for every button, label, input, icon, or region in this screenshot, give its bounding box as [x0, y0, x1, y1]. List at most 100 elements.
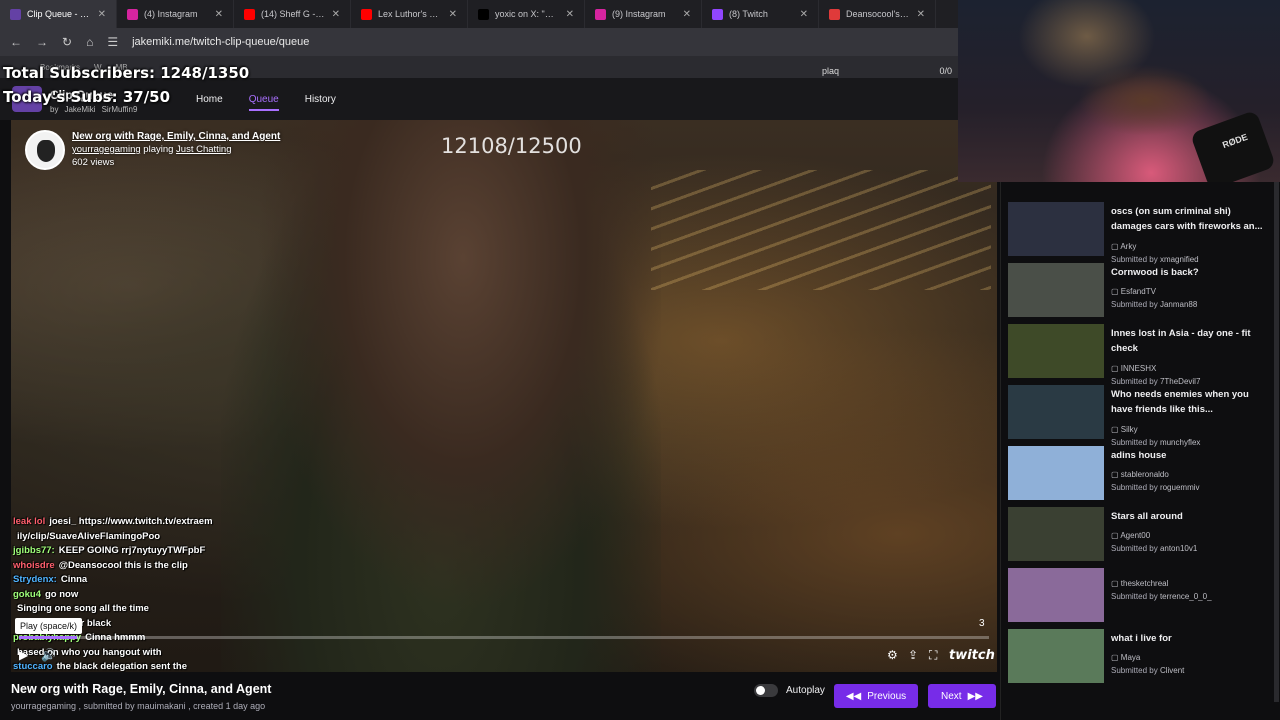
queue-item[interactable]: oscs (on sum criminal shi) damages cars … [1008, 202, 1276, 264]
tab-favicon-icon [478, 8, 489, 20]
nav-home[interactable]: Home [196, 94, 223, 111]
forward-icon[interactable]: → [36, 35, 48, 49]
browser-tab[interactable]: (4) Instagram ✕ [117, 0, 234, 28]
site-info-icon[interactable]: ☰ [107, 35, 118, 49]
microphone [1189, 109, 1277, 191]
close-icon[interactable]: ✕ [215, 9, 223, 20]
twitch-logo[interactable]: twitch [949, 648, 995, 663]
home-icon[interactable]: ⌂ [86, 35, 93, 49]
queue-thumbnail[interactable] [1008, 568, 1104, 622]
nav-queue[interactable]: Queue [248, 94, 279, 111]
submitter-name: terrence_0_0_ [1159, 592, 1212, 601]
chat-text: KEEP GOING rrj7nytuyyTWFpbF [58, 545, 206, 556]
close-icon[interactable]: ✕ [98, 9, 106, 20]
play-icon[interactable]: ▶ [19, 648, 28, 662]
progress-bar[interactable] [19, 636, 989, 639]
queue-thumbnail[interactable] [1008, 446, 1104, 500]
clip-meta: yourragegaming playing Just Chatting [72, 144, 232, 155]
tab-title: yoxic on X: "Plaque [495, 9, 560, 19]
submitter-name: anton10v1 [1159, 544, 1198, 553]
toggle-switch[interactable] [754, 684, 778, 697]
browser-tab[interactable]: yoxic on X: "Plaque ✕ [468, 0, 585, 28]
close-icon[interactable]: ✕ [683, 9, 691, 20]
queue-item[interactable]: what i live for ▢ Maya Submitted by Cliven… [1008, 629, 1276, 685]
browser-tab[interactable]: (9) Instagram ✕ [585, 0, 702, 28]
fullscreen-icon[interactable]: ⛶ [929, 648, 937, 663]
queue-thumbnail[interactable] [1008, 629, 1104, 683]
close-icon[interactable]: ✕ [332, 9, 340, 20]
browser-tab-bar: Clip Queue - Open✕(4) Instagram✕(14) She… [0, 0, 960, 28]
queue-item[interactable]: Innes lost in Asia - day one - fit check… [1008, 324, 1276, 386]
queue-channel-name: stableronaldo [1120, 470, 1169, 479]
chat-text: joesi_ https://www.twitch.tv/extraem [49, 516, 213, 527]
nav-history[interactable]: History [305, 94, 336, 111]
chat-username: goku4 [13, 588, 41, 600]
find-count: 0/0 [939, 66, 952, 76]
play-tooltip: Play (space/k) [15, 618, 83, 634]
video-frame [221, 120, 661, 672]
chat-text: ily/clip/SuaveAliveFlamingoPoo [17, 530, 161, 542]
browser-tab[interactable]: (14) Sheff G - UNLI ✕ [234, 0, 351, 28]
channel-link[interactable]: yourragegaming [72, 144, 141, 155]
queue-thumbnail[interactable] [1008, 385, 1104, 439]
queue-thumbnail[interactable] [1008, 263, 1104, 317]
volume-icon[interactable]: 🔊 [41, 648, 56, 662]
app-nav: Home Queue History [196, 94, 336, 111]
queue-channel-name: INNESHX [1120, 364, 1157, 373]
queue-item[interactable]: Cornwood is back? ▢ EsfandTV Submitted by … [1008, 263, 1276, 319]
close-icon[interactable]: ✕ [800, 9, 808, 20]
chat-message: Strydenx: Cinna [13, 573, 283, 588]
browser-tab[interactable]: Clip Queue - Open ✕ [0, 0, 117, 28]
submitted-by-label: Submitted by [1111, 666, 1158, 675]
by-label: by [50, 105, 59, 114]
reload-icon[interactable]: ↻ [62, 35, 72, 49]
queue-channel-name: Maya [1120, 653, 1141, 662]
clip-title-link[interactable]: New org with Rage, Emily, Cinna, and Age… [72, 131, 280, 142]
submitter-name: Janman88 [1159, 300, 1198, 309]
submitter-name: roguemmiv [1159, 483, 1200, 492]
find-input[interactable]: plaq [822, 66, 839, 76]
queue-channel-name: EsfandTV [1120, 287, 1156, 296]
queue-thumbnail[interactable] [1008, 324, 1104, 378]
close-icon[interactable]: ✕ [917, 9, 925, 20]
url-field[interactable]: jakemiki.me/twitch-clip-queue/queue [132, 36, 309, 48]
queue-item[interactable]: adins house ▢ stableronaldo Submitted by r… [1008, 446, 1276, 502]
channel-avatar[interactable] [25, 130, 65, 170]
close-icon[interactable]: ✕ [566, 9, 574, 20]
next-label: Next [941, 690, 962, 702]
channel-icon: ▢ [1111, 287, 1121, 296]
queue-thumbnail[interactable] [1008, 507, 1104, 561]
author-link[interactable]: SirMuffin9 [102, 105, 138, 114]
queue-channel: ▢ Arky [1111, 242, 1136, 251]
queue-scrollbar[interactable] [1274, 182, 1279, 702]
queue-title: what i live for [1111, 633, 1172, 644]
game-link[interactable]: Just Chatting [176, 144, 231, 155]
queue-title: Who needs enemies when you have friends … [1111, 389, 1249, 415]
previous-button[interactable]: ◀◀ Previous [834, 684, 918, 708]
queue-item[interactable]: ▢ thesketchreal Submitted by terrence_0_0… [1008, 568, 1276, 624]
queue-channel-name: thesketchreal [1120, 579, 1169, 588]
chat-message: ily/clip/SuaveAliveFlamingoPoo [13, 530, 283, 545]
queue-item[interactable]: Stars all around ▢ Agent00 Submitted by an… [1008, 507, 1276, 563]
queue-item[interactable]: Who needs enemies when you have friends … [1008, 385, 1276, 447]
channel-icon: ▢ [1111, 242, 1121, 251]
chat-message: whoisdre @Deansocool this is the clip [13, 559, 283, 574]
queue-thumbnail[interactable] [1008, 202, 1104, 256]
queue-channel: ▢ INNESHX [1111, 364, 1156, 373]
autoplay-toggle[interactable]: Autoplay [754, 684, 825, 697]
video-player[interactable]: New org with Rage, Emily, Cinna, and Age… [11, 120, 997, 672]
browser-tab[interactable]: (8) Twitch ✕ [702, 0, 819, 28]
share-icon[interactable]: ⇪ [908, 648, 918, 662]
today-subs-overlay: Today's Subs: 37/50 [3, 88, 171, 106]
channel-icon: ▢ [1111, 470, 1121, 479]
settings-icon[interactable]: ⚙ [887, 648, 898, 662]
tab-title: (8) Twitch [729, 9, 768, 19]
back-icon[interactable]: ← [10, 35, 22, 49]
next-button[interactable]: Next ▶▶ [928, 684, 996, 708]
close-icon[interactable]: ✕ [449, 9, 457, 20]
queue-channel: ▢ Silky [1111, 425, 1138, 434]
browser-tab[interactable]: Deansocool's Twitch ✕ [819, 0, 936, 28]
author-link[interactable]: JakeMiki [64, 105, 95, 114]
browser-tab[interactable]: Lex Luthor's Monke ✕ [351, 0, 468, 28]
address-bar: ← → ↻ ⌂ ☰ jakemiki.me/twitch-clip-queue/… [0, 28, 960, 56]
